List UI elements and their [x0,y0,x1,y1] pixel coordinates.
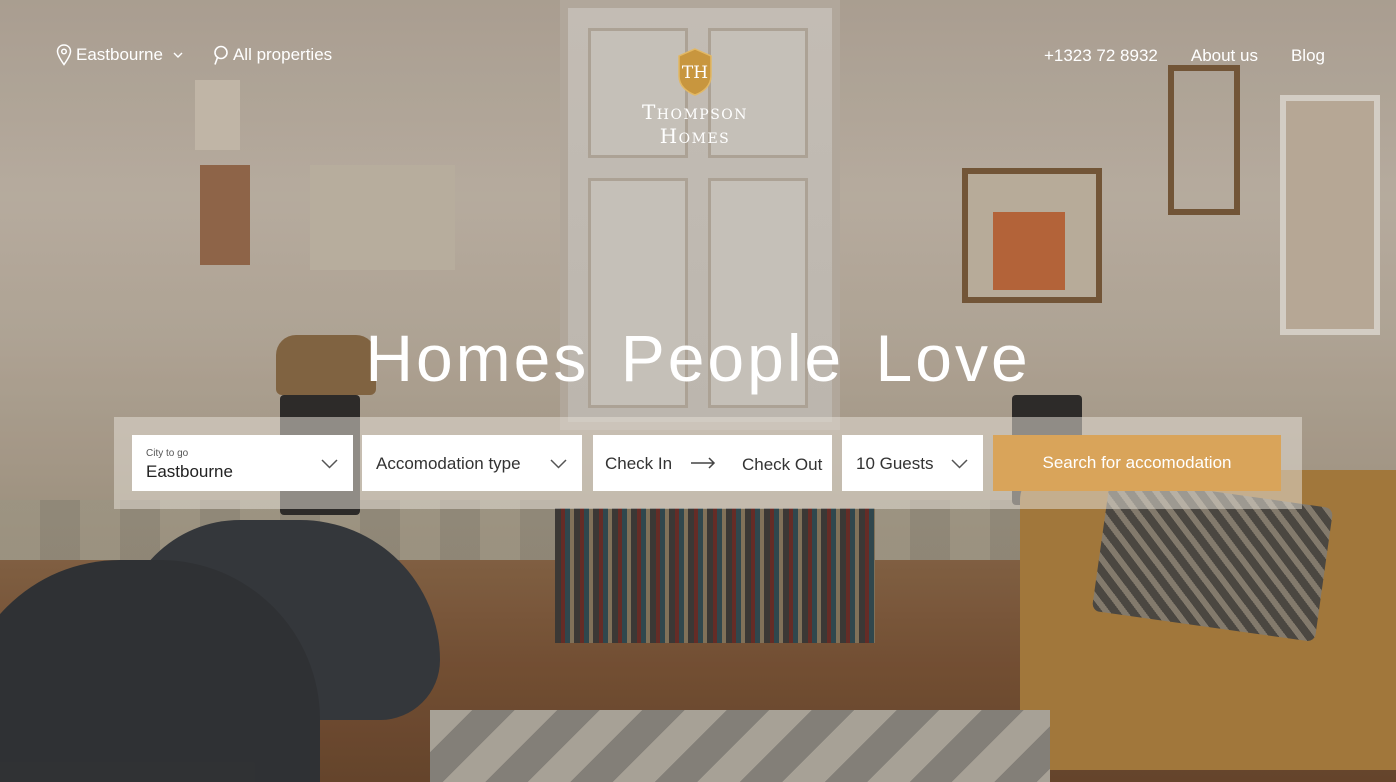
chevron-down-icon [951,459,968,469]
city-field[interactable]: City to go Eastbourne [132,435,353,491]
search-icon [214,45,228,65]
search-submit-button[interactable]: Search for accomodation [993,435,1281,491]
phone-link[interactable]: +1323 72 8932 [1044,46,1158,66]
logo-name-line2: Homes [659,124,731,148]
map-pin-icon [56,44,72,66]
guests-value: 10 Guests [856,454,934,473]
city-select-label: Eastbourne [76,45,163,64]
site-logo[interactable]: TH Thompson Homes [634,48,756,148]
logo-crest-icon: TH [678,48,712,96]
about-us-link[interactable]: About us [1191,46,1258,66]
chevron-down-icon [550,459,567,469]
hero-title: Homes People Love [365,321,1031,395]
header-left-nav: Eastbourne All properties [56,44,332,66]
city-select-dropdown[interactable]: Eastbourne [56,44,183,66]
check-out-field[interactable]: Check Out [742,455,822,475]
accommodation-type-placeholder: Accomodation type [376,454,521,473]
chevron-down-icon [173,52,183,58]
chevron-down-icon [321,459,338,469]
header-right-nav: +1323 72 8932 About us Blog [1044,46,1325,66]
guests-field[interactable]: 10 Guests [842,435,983,491]
site-header: Eastbourne All properties TH Thompson Ho… [0,0,1396,160]
accommodation-type-field[interactable]: Accomodation type [362,435,582,491]
logo-name-line1: Thompson [641,100,749,124]
check-in-field[interactable]: Check In [605,454,672,474]
date-range-field: Check In Check Out [593,435,832,491]
all-properties-link[interactable]: All properties [213,45,332,66]
city-field-label: City to go [146,448,189,459]
blog-link[interactable]: Blog [1291,46,1325,66]
city-field-value: Eastbourne [146,462,233,481]
search-panel: City to go Eastbourne Accomodation type … [114,417,1302,509]
arrow-right-icon [691,457,716,469]
logo-monogram: TH [682,63,708,83]
all-properties-label: All properties [232,45,333,64]
